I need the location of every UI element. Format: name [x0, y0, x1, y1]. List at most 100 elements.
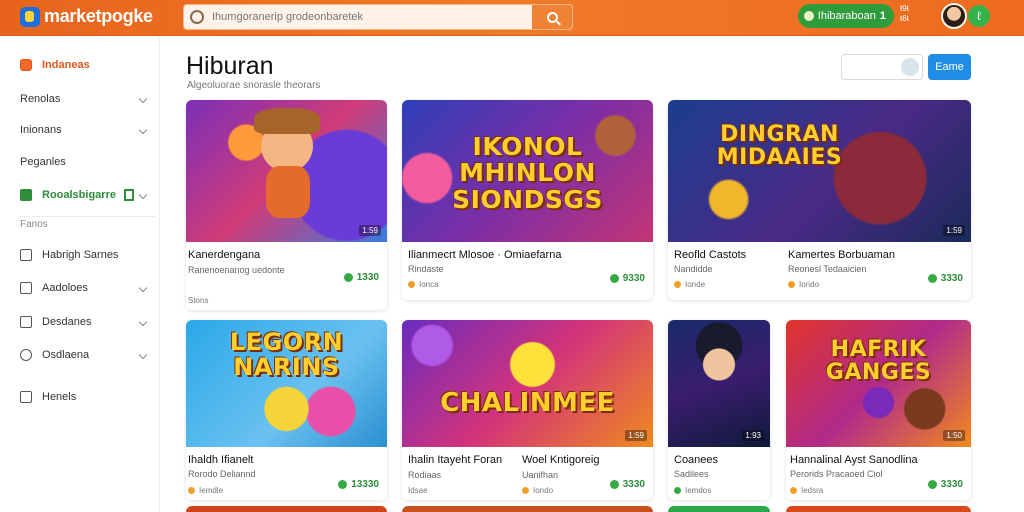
header-stat-2: ŧ6ŧ [900, 14, 909, 23]
folder-icon [20, 391, 32, 403]
card-price-value: 3330 [622, 479, 645, 490]
card-meta: Ionca [408, 280, 439, 289]
game-card[interactable]: 1:59 Kanerdengana Ranenoenanog uedonte 1… [186, 100, 387, 310]
card-title: Kanerdengana [188, 249, 261, 261]
sidebar-divider [18, 216, 156, 217]
card-meta-text: Stons [188, 296, 209, 305]
search-button[interactable] [532, 5, 572, 29]
coin-icon [609, 480, 619, 489]
sidebar-item-5[interactable]: Rooalsbigarre [20, 185, 150, 205]
card-art-title: CHALINMEE [440, 387, 615, 418]
card-meta-secondary: Iondo [522, 486, 553, 495]
star-icon [788, 281, 795, 288]
card-price-value: 9330 [622, 273, 645, 284]
card-meta: Iemdos [674, 486, 711, 495]
chevron-down-icon [138, 350, 148, 360]
sidebar-item-7[interactable]: Aadoloes [20, 278, 150, 298]
sidebar-item-10[interactable]: Henels [20, 387, 150, 407]
notification-icon[interactable]: ℓ [968, 5, 990, 27]
avatar[interactable] [941, 3, 967, 29]
star-icon [188, 487, 195, 494]
card-thumbnail: LEGORN NARINS [186, 320, 387, 447]
card-overlay: 1:59 [359, 225, 381, 236]
card-subtitle: Perorids Pracaoed Ciol [790, 469, 883, 479]
card-meta-text: Iedsra [801, 486, 824, 495]
next-row-card-peek [786, 506, 971, 512]
game-card[interactable]: IKONOL MHINLON SIONDSGS Ilianmecrt Mloso… [402, 100, 653, 300]
search-icon [190, 10, 204, 24]
clock-icon [20, 349, 32, 361]
bell-glyph: ℓ [977, 9, 981, 23]
star-icon [674, 281, 681, 288]
card-price-value: 1330 [356, 272, 379, 283]
sidebar-item-label: Inionans [20, 124, 62, 136]
card-title-secondary: Kamertes Borbuaman [788, 249, 895, 261]
category-icon [20, 189, 32, 201]
sidebar-section-label: Fanos [20, 219, 48, 230]
card-meta-text: Iondo [533, 486, 554, 495]
header-stat-1: ŧ9ŧ [900, 4, 909, 13]
card-title-secondary: Woel Kntigoreig [522, 454, 600, 466]
game-card[interactable]: HAFRIK GANGES 1:50 Hannalinal Ayst Sanod… [786, 320, 971, 500]
sidebar-item-label: Desdanes [42, 316, 92, 328]
sidebar-item-label: Renolas [20, 93, 61, 105]
coin-icon [338, 480, 348, 489]
card-overlay: 1:50 [943, 430, 965, 441]
search-input[interactable] [204, 11, 532, 23]
card-price: 3330 [927, 479, 963, 490]
game-card[interactable]: 1:93 Coanees Sadilees Iemdos [668, 320, 770, 500]
sidebar-item-2[interactable]: Renolas [20, 89, 150, 109]
home-icon [20, 59, 32, 71]
sidebar-item-home[interactable]: Indaneas [20, 55, 150, 75]
coin-icon [609, 274, 619, 283]
card-title: Hannalinal Ayst Sanodlina [790, 454, 918, 466]
card-price: 3330 [927, 273, 963, 284]
card-meta: Ionde [674, 280, 705, 289]
card-price: 1330 [343, 272, 379, 283]
game-card[interactable]: CHALINMEE 1:59 Ihalin Itayeht Foran Rodi… [402, 320, 653, 500]
card-meta: Idsae [408, 486, 428, 495]
card-thumbnail: IKONOL MHINLON SIONDSGS [402, 100, 653, 242]
card-price: 13330 [338, 479, 379, 490]
sidebar-item-6[interactable]: Habrigh Sarnes [20, 245, 150, 265]
logo[interactable]: marketpogke [20, 6, 153, 27]
card-overlay: 1:59 [625, 430, 647, 441]
game-card[interactable]: DINGRAN MIDAAIES 1:59 Reofld Castots Nan… [668, 100, 971, 300]
chevron-down-icon [138, 317, 148, 327]
sidebar-item-label: Rooalsbigarre [42, 189, 116, 201]
coin-icon [343, 273, 353, 282]
card-thumbnail: 1:59 [186, 100, 387, 242]
game-card[interactable]: LEGORN NARINS Ihaldh Ifianelt Rorodo Del… [186, 320, 387, 500]
card-meta: Iedsra [790, 486, 823, 495]
filter-button[interactable]: Eame [928, 54, 971, 80]
sidebar: Indaneas Renolas Inionans Peganles Rooal… [0, 37, 160, 512]
card-title: Ihalin Itayeht Foran [408, 454, 503, 466]
card-art-title: DINGRAN MIDAAIES [716, 121, 843, 170]
filter-dropdown[interactable] [841, 54, 923, 80]
sidebar-item-label: Aadoloes [42, 282, 88, 294]
logo-icon [20, 6, 40, 27]
star-icon [522, 487, 529, 494]
chevron-down-icon [138, 190, 148, 200]
card-price-value: 13330 [351, 479, 379, 490]
card-art-title: HAFRIK GANGES [825, 336, 932, 385]
account-pill[interactable]: Ihibaraboan 1 [798, 4, 894, 28]
next-row-card-peek [402, 506, 653, 512]
sidebar-item-4[interactable]: Peganles [20, 152, 150, 172]
card-meta-text: Iondo [799, 280, 820, 289]
sidebar-item-9[interactable]: Osdlaena [20, 345, 150, 365]
sidebar-item-label: Osdlaena [42, 349, 90, 361]
sidebar-item-label: Henels [42, 391, 77, 403]
card-art-title: IKONOL MHINLON SIONDSGS [452, 132, 603, 214]
card-price: 3330 [609, 479, 645, 490]
sidebar-item-8[interactable]: Desdanes [20, 312, 150, 332]
sidebar-item-label: Peganles [20, 156, 66, 168]
card-art-title: LEGORN NARINS [229, 328, 344, 382]
card-meta-text: Iemdos [685, 486, 712, 495]
pill-count: 1 [879, 10, 886, 22]
card-price-value: 3330 [940, 479, 963, 490]
card-overlay: 1:93 [742, 430, 764, 441]
sidebar-item-3[interactable]: Inionans [20, 120, 150, 140]
next-row-card-peek [186, 506, 387, 512]
card-price: 9330 [609, 273, 645, 284]
